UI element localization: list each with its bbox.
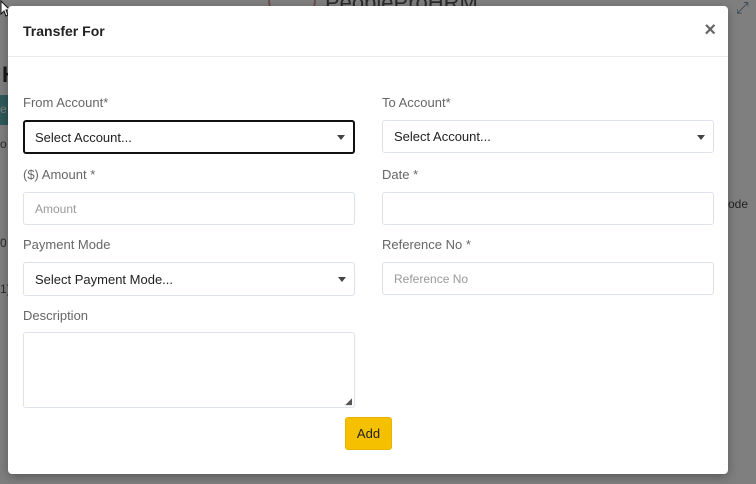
caret-down-icon (697, 134, 705, 140)
amount-input[interactable]: Amount (23, 192, 355, 225)
modal-header: Transfer For × (8, 6, 728, 57)
to-account-label: To Account* (382, 95, 451, 110)
caret-down-icon (337, 135, 345, 140)
caret-down-icon (338, 277, 346, 282)
from-account-label: From Account* (23, 95, 109, 110)
payment-mode-value: Select Payment Mode... (35, 271, 174, 287)
description-textarea[interactable]: ◢ (23, 332, 355, 408)
from-account-select[interactable]: Select Account... (23, 120, 355, 154)
to-account-value: Select Account... (394, 129, 491, 144)
date-label: Date * (382, 167, 419, 182)
payment-mode-label: Payment Mode (23, 237, 111, 252)
close-icon[interactable]: × (704, 20, 716, 40)
to-account-select[interactable]: Select Account... (382, 120, 714, 153)
resize-handle-icon[interactable]: ◢ (345, 397, 352, 406)
from-account-value: Select Account... (35, 129, 132, 145)
amount-placeholder: Amount (35, 201, 77, 216)
payment-mode-select[interactable]: Select Payment Mode... (23, 262, 355, 296)
date-input[interactable] (382, 192, 714, 225)
modal-title: Transfer For (23, 23, 105, 39)
reference-no-label: Reference No * (382, 237, 471, 252)
add-button[interactable]: Add (345, 417, 392, 450)
reference-no-placeholder: Reference No (394, 271, 469, 286)
transfer-modal: Transfer For × From Account* Select Acco… (8, 6, 728, 474)
amount-label: ($) Amount * (23, 167, 96, 182)
reference-no-input[interactable]: Reference No (382, 262, 714, 295)
description-label: Description (23, 308, 89, 323)
